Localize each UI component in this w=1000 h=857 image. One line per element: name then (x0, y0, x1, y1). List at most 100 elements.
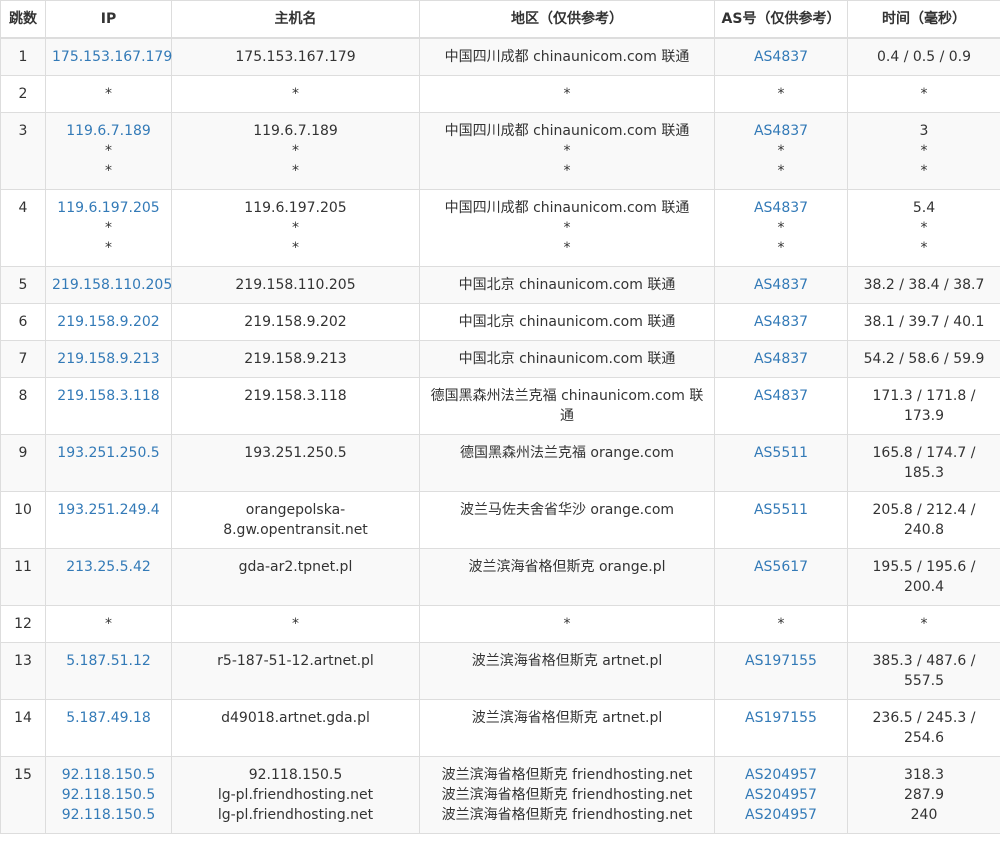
time-text: * (920, 616, 928, 632)
ip-link[interactable]: 119.6.197.205 (52, 198, 165, 218)
as-link[interactable]: AS4837 (721, 349, 841, 369)
time-text: 5.4 (912, 200, 936, 216)
ip-link[interactable]: 213.25.5.42 (52, 557, 165, 577)
time-cell: 5.4 * * (847, 189, 1000, 267)
region-text: 中国北京 chinaunicom.com 联通 (458, 314, 676, 330)
time-cell: 195.5 / 195.6 / 200.4 (847, 548, 1000, 606)
ip-link[interactable]: 219.158.9.202 (52, 312, 165, 332)
region-cell: 德国黑森州法兰克福 orange.com (419, 434, 715, 492)
as-link[interactable]: AS5511 (721, 443, 841, 463)
ip-cell: 219.158.9.202 (45, 303, 172, 341)
ip-link[interactable]: 5.187.51.12 (52, 651, 165, 671)
as-cell: AS4837 (714, 340, 848, 378)
as-link[interactable]: AS5511 (721, 500, 841, 520)
as-link[interactable]: AS197155 (721, 708, 841, 728)
ip-link[interactable]: 175.153.167.179 (52, 47, 172, 67)
region-text: 波兰滨海省格但斯克 friendhosting.net (441, 807, 693, 823)
as-link[interactable]: AS4837 (721, 198, 841, 218)
region-text: 中国北京 chinaunicom.com 联通 (458, 277, 676, 293)
region-text: 德国黑森州法兰克福 chinaunicom.com 联通 (430, 388, 704, 424)
as-cell: AS4837 (714, 37, 848, 76)
as-link[interactable]: AS4837 (721, 47, 841, 67)
ip-text: * (105, 143, 112, 159)
time-cell: 165.8 / 174.7 / 185.3 (847, 434, 1000, 492)
host-text: * (292, 220, 299, 236)
as-link[interactable]: AS204957 (721, 805, 841, 825)
region-text: * (563, 220, 571, 236)
time-text: 195.5 / 195.6 / 200.4 (872, 559, 976, 595)
region-cell: 中国四川成都 chinaunicom.com 联通 * * (419, 189, 715, 267)
ip-link[interactable]: 193.251.249.4 (52, 500, 165, 520)
hop-cell: 5 (0, 266, 46, 304)
region-cell: 中国四川成都 chinaunicom.com 联通 * * (419, 112, 715, 190)
host-text: * (292, 163, 299, 179)
region-text: 德国黑森州法兰克福 orange.com (459, 445, 675, 461)
time-text: 287.9 (903, 787, 945, 803)
as-link[interactable]: AS5617 (721, 557, 841, 577)
host-text: 219.158.9.213 (244, 351, 347, 367)
ip-link[interactable]: 219.158.110.205 (52, 275, 172, 295)
time-text: 171.3 / 171.8 / 173.9 (872, 388, 976, 424)
table-row: 4 119.6.197.205 * * 119.6.197.205 * * 中国四川成都 ch… (0, 189, 1000, 267)
host-text: * (292, 86, 299, 102)
table-row: 5 219.158.110.205 219.158.110.205 中国北京 chin… (0, 266, 1000, 304)
as-link[interactable]: AS204957 (721, 765, 841, 785)
time-cell: 205.8 / 212.4 / 240.8 (847, 491, 1000, 549)
header-time: 时间（毫秒） (847, 0, 1000, 39)
host-text: * (292, 616, 299, 632)
ip-cell: * (45, 605, 172, 643)
ip-link[interactable]: 119.6.7.189 (52, 121, 165, 141)
host-text: orangepolska-8.gw.opentransit.net (223, 502, 368, 538)
as-text: * (777, 616, 785, 632)
ip-link[interactable]: 92.118.150.5 (52, 805, 165, 825)
host-text: 119.6.7.189 (253, 123, 338, 139)
ip-cell: 193.251.250.5 (45, 434, 172, 492)
ip-link[interactable]: 219.158.9.213 (52, 349, 165, 369)
hostname-cell: 219.158.9.202 (171, 303, 420, 341)
ip-link[interactable]: 92.118.150.5 (52, 785, 165, 805)
as-cell: AS4837 (714, 266, 848, 304)
ip-text: * (105, 220, 112, 236)
hostname-cell: 175.153.167.179 (171, 37, 420, 76)
as-link[interactable]: AS204957 (721, 785, 841, 805)
as-link[interactable]: AS4837 (721, 312, 841, 332)
ip-link[interactable]: 92.118.150.5 (52, 765, 165, 785)
ip-cell: 5.187.49.18 (45, 699, 172, 757)
hostname-cell: 219.158.110.205 (171, 266, 420, 304)
as-link[interactable]: AS197155 (721, 651, 841, 671)
as-cell: AS5511 (714, 491, 848, 549)
table-row: 6 219.158.9.202 219.158.9.202 中国北京 chinauni… (0, 303, 1000, 341)
time-text: 3 (919, 123, 929, 139)
host-text: lg-pl.friendhosting.net (217, 807, 374, 823)
time-cell: 38.2 / 38.4 / 38.7 (847, 266, 1000, 304)
as-cell: AS4837 (714, 303, 848, 341)
time-cell: 0.4 / 0.5 / 0.9 (847, 37, 1000, 76)
as-cell: AS4837 * * (714, 112, 848, 190)
host-text: * (292, 240, 299, 256)
region-text: * (563, 616, 571, 632)
region-text: 中国四川成都 chinaunicom.com 联通 (444, 200, 690, 216)
as-link[interactable]: AS4837 (721, 386, 841, 406)
as-link[interactable]: AS4837 (721, 275, 841, 295)
region-text: * (563, 240, 571, 256)
ip-cell: 213.25.5.42 (45, 548, 172, 606)
ip-link[interactable]: 193.251.250.5 (52, 443, 165, 463)
as-cell: AS4837 (714, 377, 848, 435)
as-link[interactable]: AS4837 (721, 121, 841, 141)
ip-link[interactable]: 5.187.49.18 (52, 708, 165, 728)
region-cell: 波兰滨海省格但斯克 orange.pl (419, 548, 715, 606)
region-text: 波兰滨海省格但斯克 artnet.pl (471, 653, 663, 669)
as-cell: AS197155 (714, 699, 848, 757)
table-row: 12 * * * * * (0, 605, 1000, 643)
host-text: 219.158.9.202 (244, 314, 347, 330)
as-cell: AS197155 (714, 642, 848, 700)
host-text: 175.153.167.179 (235, 49, 356, 65)
table-row: 10 193.251.249.4 orangepolska-8.gw.opentra… (0, 491, 1000, 549)
hop-cell: 7 (0, 340, 46, 378)
region-cell: 波兰滨海省格但斯克 artnet.pl (419, 642, 715, 700)
ip-link[interactable]: 219.158.3.118 (52, 386, 165, 406)
region-cell: 中国北京 chinaunicom.com 联通 (419, 266, 715, 304)
time-text: 54.2 / 58.6 / 59.9 (863, 351, 985, 367)
hop-cell: 3 (0, 112, 46, 190)
hop-cell: 8 (0, 377, 46, 435)
